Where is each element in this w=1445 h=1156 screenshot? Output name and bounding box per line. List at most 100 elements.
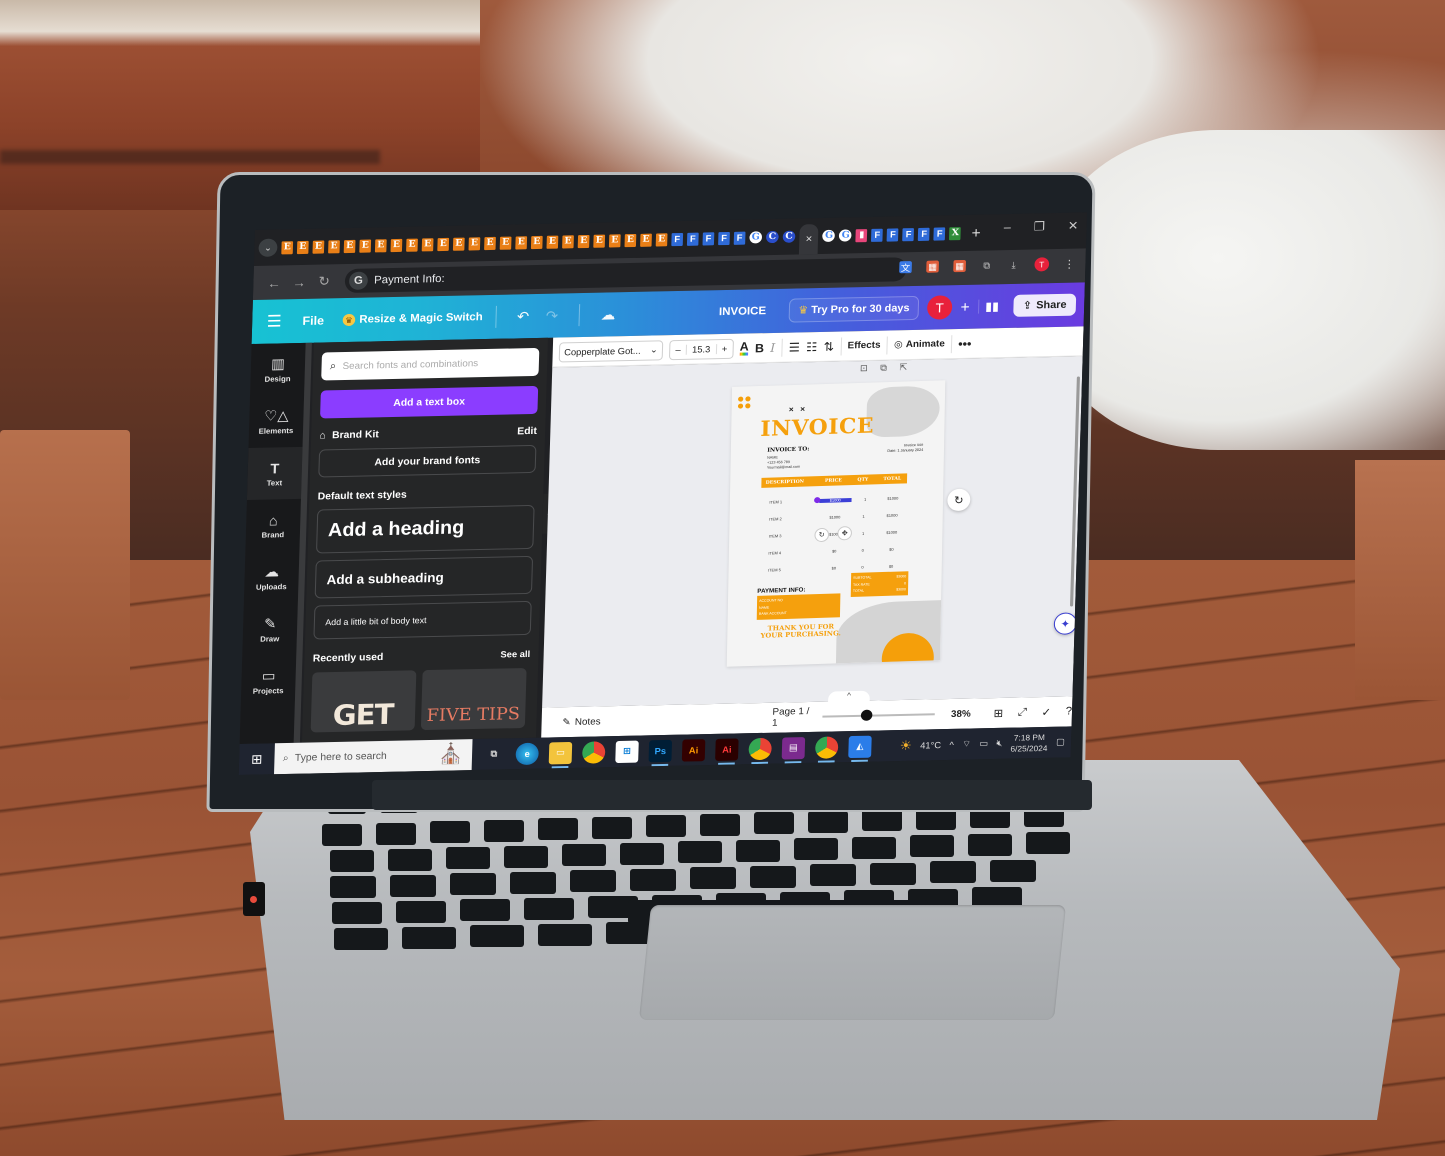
- rail-item-projects[interactable]: ▭ Projects: [241, 655, 297, 708]
- orange-tab-favicon[interactable]: E: [593, 234, 606, 248]
- invoice-to-label[interactable]: INVOICE TO:: [767, 446, 809, 453]
- chrome-icon[interactable]: [814, 735, 839, 759]
- resize-magic-switch-button[interactable]: ♛ Resize & Magic Switch: [342, 311, 483, 327]
- pink-tab-favicon[interactable]: ▮: [855, 228, 868, 242]
- orange-tab-favicon[interactable]: E: [577, 234, 590, 248]
- weather-icon[interactable]: ☀: [900, 737, 913, 753]
- add-text-box-button[interactable]: Add a text box: [320, 385, 539, 419]
- orange-tab-favicon[interactable]: E: [390, 238, 403, 252]
- invoice-page[interactable]: × × INVOICE INVOICE TO: NAME +123 456 78…: [726, 380, 946, 667]
- effects-button[interactable]: Effects: [847, 340, 880, 352]
- illustrator-icon[interactable]: Ai: [715, 737, 739, 761]
- text-color-button[interactable]: A: [739, 339, 749, 356]
- document-title[interactable]: INVOICE: [719, 305, 766, 318]
- add-subheading-button[interactable]: Add a subheading: [314, 555, 534, 599]
- cloud-saved-icon[interactable]: ☁: [600, 306, 615, 323]
- orange-tab-favicon[interactable]: E: [312, 240, 325, 254]
- font-search-field[interactable]: ⌕: [321, 347, 540, 381]
- orange-tab-favicon[interactable]: E: [484, 236, 496, 250]
- check-icon[interactable]: ✓: [1041, 705, 1051, 718]
- close-window-button[interactable]: ✕: [1068, 219, 1079, 233]
- taskbar-search[interactable]: ⌕ Type here to search ⛪: [274, 739, 473, 775]
- help-icon[interactable]: ?: [1065, 705, 1072, 718]
- site-info-icon[interactable]: G: [348, 271, 369, 290]
- illustrator-icon[interactable]: Ai: [681, 738, 706, 762]
- rail-item-text[interactable]: T Text: [246, 446, 303, 500]
- design-canvas[interactable]: ⊡ ⧉ ⇱ × × INVOICE INVOICE TO: NAME +123 …: [542, 356, 1083, 708]
- windows-start-icon[interactable]: ⊞: [239, 743, 275, 775]
- font-search-input[interactable]: [342, 356, 520, 372]
- minimize-button[interactable]: –: [1004, 220, 1011, 234]
- add-heading-button[interactable]: Add a heading: [315, 504, 535, 554]
- orange-tab-favicon[interactable]: E: [296, 240, 309, 254]
- blue-tab-favicon[interactable]: F: [718, 231, 730, 245]
- weather-temperature[interactable]: 41°C: [920, 740, 941, 750]
- winrar-icon[interactable]: ▤: [781, 736, 806, 760]
- orange-tab-favicon[interactable]: E: [406, 238, 418, 252]
- orange-tab-favicon[interactable]: E: [452, 237, 465, 251]
- undo-icon[interactable]: ↶: [517, 308, 530, 325]
- maps-icon[interactable]: ◭: [848, 735, 872, 758]
- tab-search-button[interactable]: ⌄: [258, 238, 278, 257]
- line-spacing-icon[interactable]: ⇅: [823, 339, 834, 353]
- add-brand-fonts-button[interactable]: Add your brand fonts: [318, 444, 537, 478]
- fullscreen-icon[interactable]: ⤢: [1018, 706, 1028, 719]
- animate-button[interactable]: ◎ Animate: [894, 338, 945, 350]
- menu-icon[interactable]: ☰: [267, 311, 283, 331]
- canva-tab-favicon[interactable]: C: [765, 230, 779, 244]
- italic-button[interactable]: I: [770, 340, 775, 354]
- orange-tab-favicon[interactable]: E: [374, 238, 387, 252]
- font-family-select[interactable]: Copperplate Got... ⌄: [558, 339, 664, 362]
- brand-kit-edit-link[interactable]: Edit: [517, 426, 537, 437]
- volume-muted-icon[interactable]: 🔇︎: [996, 738, 1002, 749]
- expand-pages-button[interactable]: ^: [828, 690, 870, 704]
- google-tab-favicon[interactable]: G: [822, 229, 836, 242]
- notifications-icon[interactable]: ▢: [1056, 737, 1065, 748]
- invite-button[interactable]: +: [960, 298, 970, 315]
- blue-tab-favicon[interactable]: F: [702, 231, 715, 246]
- font-size-stepper[interactable]: – 15.3 +: [668, 338, 734, 360]
- rail-item-design[interactable]: ▥ Design: [250, 343, 306, 396]
- orange-tab-favicon[interactable]: E: [640, 233, 652, 247]
- blue-tab-favicon[interactable]: F: [887, 227, 899, 242]
- lock-page-icon[interactable]: ⊡: [860, 363, 868, 374]
- blue-tab-favicon[interactable]: F: [671, 232, 684, 246]
- chrome-profile-icon[interactable]: [748, 737, 772, 760]
- extension-icon[interactable]: ▦: [953, 259, 967, 273]
- invoice-title[interactable]: INVOICE: [760, 412, 874, 441]
- orange-tab-favicon[interactable]: E: [499, 236, 512, 250]
- chrome-icon[interactable]: [581, 740, 606, 764]
- back-button[interactable]: ←: [262, 275, 287, 291]
- browser-menu-icon[interactable]: ⋮: [1063, 257, 1075, 270]
- decrease-font-size-button[interactable]: –: [670, 344, 686, 354]
- blue-tab-favicon[interactable]: F: [918, 227, 931, 241]
- blue-tab-favicon[interactable]: F: [933, 226, 946, 241]
- translate-extension-icon[interactable]: 文: [899, 261, 912, 274]
- reload-button[interactable]: ↻: [311, 273, 336, 290]
- clock[interactable]: 7:18 PM 6/25/2024: [1010, 731, 1048, 754]
- payment-info-box[interactable]: ACCOUNT NO NAME BANK ACCOUNT: [756, 593, 841, 620]
- orange-tab-favicon[interactable]: E: [608, 233, 621, 247]
- orange-tab-favicon[interactable]: E: [281, 240, 294, 254]
- user-avatar[interactable]: T: [926, 295, 953, 320]
- edge-icon[interactable]: e: [515, 742, 539, 765]
- rail-item-uploads[interactable]: ☁ Uploads: [244, 551, 300, 604]
- extension-icon[interactable]: ▦: [926, 260, 940, 273]
- orange-tab-favicon[interactable]: E: [546, 235, 559, 249]
- active-tab[interactable]: ×: [798, 224, 819, 255]
- notes-button[interactable]: ✎ Notes: [562, 716, 601, 728]
- invoice-to-details[interactable]: NAME +123 456 789 Yourmail@mail.com: [767, 455, 800, 471]
- orange-tab-favicon[interactable]: E: [359, 239, 372, 253]
- download-icon[interactable]: ⤓: [1007, 259, 1020, 271]
- share-button[interactable]: ⇪ Share: [1013, 293, 1077, 317]
- invoice-meta[interactable]: Invoice ### Date: 1 January 2024: [887, 443, 923, 454]
- align-center-icon[interactable]: ☰: [789, 340, 801, 354]
- photoshop-icon[interactable]: Ps: [648, 739, 673, 762]
- grid-view-icon[interactable]: ⊞: [993, 706, 1003, 719]
- bold-button[interactable]: B: [755, 341, 764, 355]
- font-size-value[interactable]: 15.3: [685, 343, 717, 355]
- thank-you-text[interactable]: THANK YOU FOR YOUR PURCHASING.: [761, 622, 842, 639]
- add-body-text-button[interactable]: Add a little bit of body text: [313, 600, 532, 640]
- insights-chart-icon[interactable]: ▮▮: [977, 299, 1006, 314]
- orange-tab-favicon[interactable]: E: [562, 234, 574, 248]
